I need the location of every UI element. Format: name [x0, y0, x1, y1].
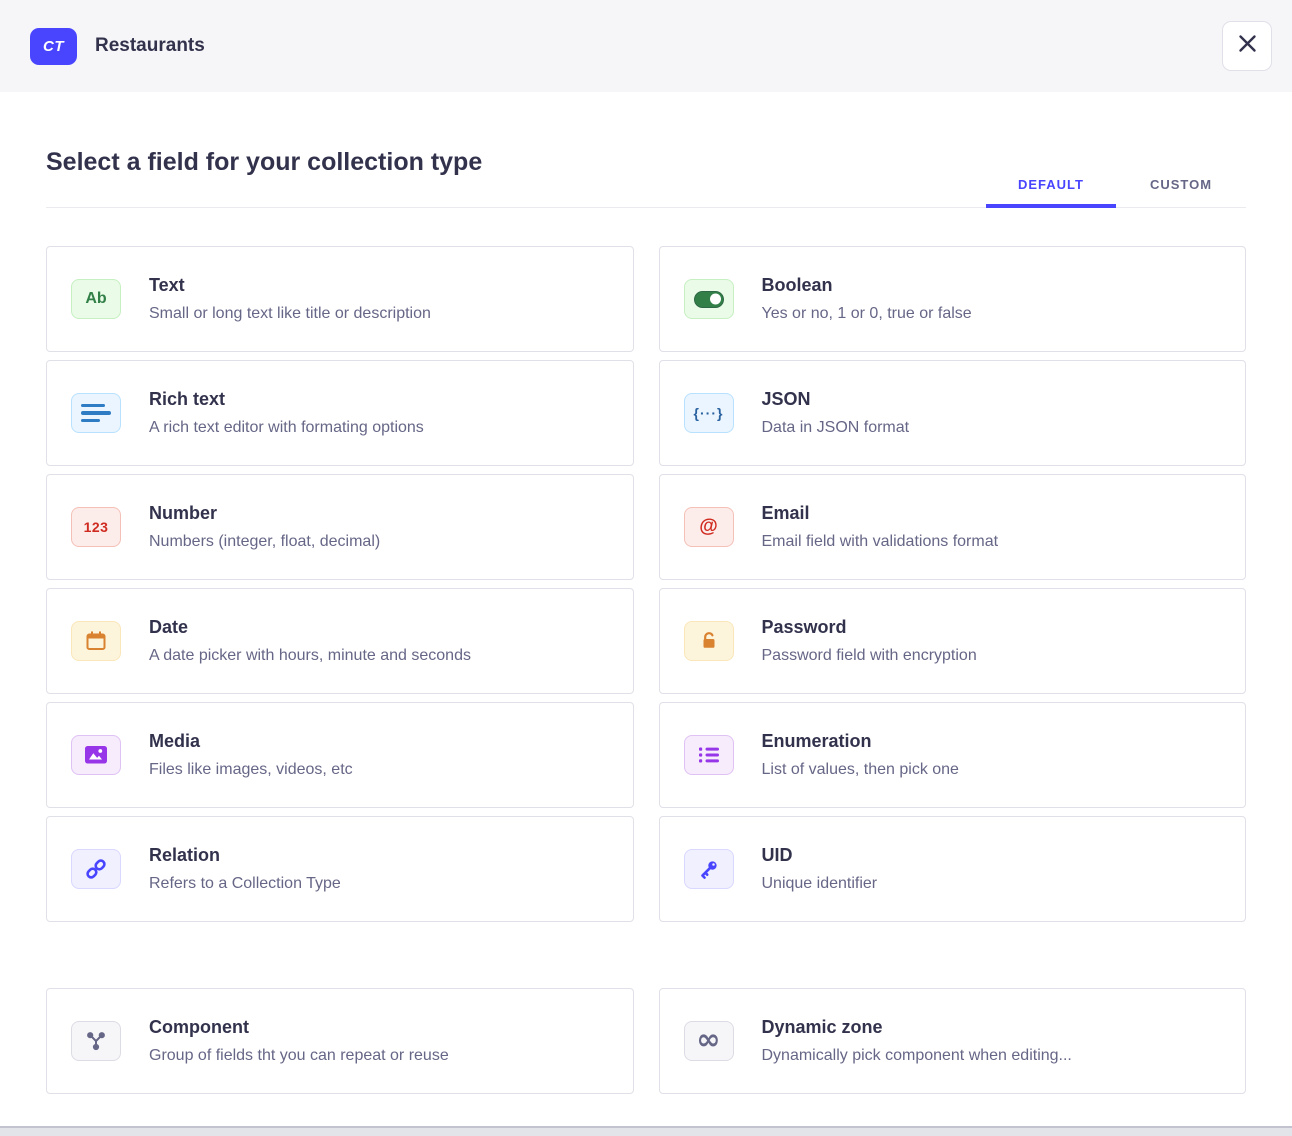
field-description: Email field with validations format: [762, 533, 999, 551]
footer-divider: [0, 1126, 1292, 1136]
field-title: Media: [149, 731, 353, 752]
field-title: Number: [149, 503, 380, 524]
curly-braces-icon: {···}: [684, 393, 734, 433]
field-title: Rich text: [149, 389, 424, 410]
field-card-enumeration[interactable]: Enumeration List of values, then pick on…: [659, 702, 1247, 808]
content-type-badge: CT: [30, 28, 77, 65]
field-title: Date: [149, 617, 471, 638]
field-description: A rich text editor with formating option…: [149, 419, 424, 437]
field-description: Group of fields tht you can repeat or re…: [149, 1047, 449, 1065]
advanced-field-grid: Component Group of fields tht you can re…: [46, 988, 1246, 1094]
field-description: Numbers (integer, float, decimal): [149, 533, 380, 551]
field-title: Dynamic zone: [762, 1017, 1072, 1038]
field-description: Unique identifier: [762, 875, 878, 893]
field-title: JSON: [762, 389, 910, 410]
field-description: Small or long text like title or descrip…: [149, 305, 431, 323]
field-title: Password: [762, 617, 977, 638]
field-description: List of values, then pick one: [762, 761, 959, 779]
picture-icon: [71, 735, 121, 775]
field-card-text[interactable]: Ab Text Small or long text like title or…: [46, 246, 634, 352]
key-icon: [684, 849, 734, 889]
field-title: Component: [149, 1017, 449, 1038]
close-button[interactable]: [1222, 21, 1272, 71]
tab-custom[interactable]: CUSTOM: [1116, 177, 1246, 208]
field-description: Yes or no, 1 or 0, true or false: [762, 305, 972, 323]
123-icon: 123: [71, 507, 121, 547]
calendar-icon: [71, 621, 121, 661]
page-title: Select a field for your collection type: [46, 148, 482, 207]
text-lines-icon: [71, 393, 121, 433]
component-nodes-icon: [71, 1021, 121, 1061]
close-icon: [1238, 34, 1257, 58]
field-card-date[interactable]: Date A date picker with hours, minute an…: [46, 588, 634, 694]
field-card-boolean[interactable]: Boolean Yes or no, 1 or 0, true or false: [659, 246, 1247, 352]
content-type-title: Restaurants: [95, 35, 205, 57]
ab-text-icon: Ab: [71, 279, 121, 319]
field-title: Enumeration: [762, 731, 959, 752]
field-card-relation[interactable]: Relation Refers to a Collection Type: [46, 816, 634, 922]
field-card-uid[interactable]: UID Unique identifier: [659, 816, 1247, 922]
field-description: Data in JSON format: [762, 419, 910, 437]
infinity-icon: ∞: [684, 1021, 734, 1061]
field-card-media[interactable]: Media Files like images, videos, etc: [46, 702, 634, 808]
field-description: Files like images, videos, etc: [149, 761, 353, 779]
at-sign-icon: @: [684, 507, 734, 547]
field-card-dynamic-zone[interactable]: ∞ Dynamic zone Dynamically pick componen…: [659, 988, 1247, 1094]
field-title: Text: [149, 275, 431, 296]
title-row: Select a field for your collection type …: [46, 148, 1246, 208]
field-card-json[interactable]: {···} JSON Data in JSON format: [659, 360, 1247, 466]
field-card-password[interactable]: Password Password field with encryption: [659, 588, 1247, 694]
field-grid: Ab Text Small or long text like title or…: [46, 246, 1246, 922]
bullet-list-icon: [684, 735, 734, 775]
tab-default[interactable]: DEFAULT: [986, 177, 1116, 208]
field-title: Relation: [149, 845, 341, 866]
field-description: A date picker with hours, minute and sec…: [149, 647, 471, 665]
lock-icon: [684, 621, 734, 661]
toggle-on-icon: [684, 279, 734, 319]
field-description: Refers to a Collection Type: [149, 875, 341, 893]
field-card-email[interactable]: @ Email Email field with validations for…: [659, 474, 1247, 580]
field-card-number[interactable]: 123 Number Numbers (integer, float, deci…: [46, 474, 634, 580]
field-card-rich-text[interactable]: Rich text A rich text editor with format…: [46, 360, 634, 466]
field-description: Dynamically pick component when editing.…: [762, 1047, 1072, 1065]
field-title: Boolean: [762, 275, 972, 296]
field-description: Password field with encryption: [762, 647, 977, 665]
field-card-component[interactable]: Component Group of fields tht you can re…: [46, 988, 634, 1094]
field-title: Email: [762, 503, 999, 524]
modal-header: CT Restaurants: [0, 0, 1292, 92]
field-title: UID: [762, 845, 878, 866]
chain-link-icon: [71, 849, 121, 889]
tab-bar: DEFAULT CUSTOM: [986, 177, 1246, 207]
